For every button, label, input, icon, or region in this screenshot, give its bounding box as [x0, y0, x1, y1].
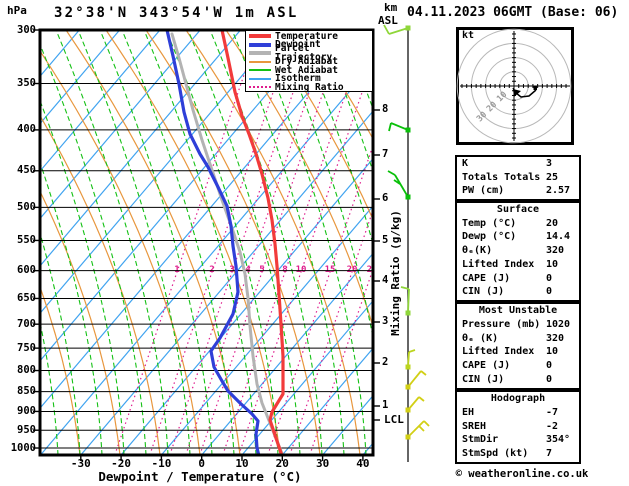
stats-group-title: Most Unstable	[478, 305, 558, 316]
legend-swatch-thick	[249, 51, 271, 56]
stats-row: Lifted Index 10	[457, 345, 579, 359]
stats-label: SREH	[462, 420, 487, 432]
stats-value: 0	[546, 360, 553, 372]
plot-legend: Temperature Dewpoint Parcel Trajectory Dry …	[245, 30, 373, 92]
stats-row: Totals Totals 25	[457, 171, 579, 185]
stats-row: CAPE (J) 0	[457, 272, 579, 286]
stats-row: Pressure (mb) 1020	[457, 318, 579, 332]
stats-label: K	[462, 158, 469, 169]
wind-barb	[400, 286, 411, 316]
stats-value: 1020	[546, 318, 571, 330]
stats-label: StmSpd (kt)	[462, 448, 529, 460]
legend-item: Mixing Ratio	[246, 81, 372, 93]
stats-row: PW (cm) 2.57	[457, 184, 579, 198]
stats-group-most-unstable: Most Unstable Pressure (mb) 1020 θₑ (K) 320 L…	[455, 302, 581, 390]
stats-label: θₑ(K)	[462, 245, 493, 257]
stats-value: 25	[546, 171, 559, 183]
stats-value: 320	[546, 332, 565, 344]
mixing-ratio-value-label: 1	[174, 265, 179, 275]
legend-swatch-dotted	[249, 86, 271, 89]
stats-group-title: Hodograph	[490, 393, 546, 404]
stats-label: EH	[462, 406, 475, 418]
legend-swatch-thin	[249, 69, 271, 72]
stats-row: EH -7	[457, 406, 579, 420]
stats-label: Totals Totals	[462, 171, 541, 183]
stats-value: -7	[546, 406, 559, 418]
hodograph-plot: 102030	[456, 27, 574, 145]
stats-group: K 3 Totals Totals 25 PW (cm) 2.57	[455, 155, 581, 201]
hodograph-unit-label: kt	[462, 30, 475, 41]
stats-row: SREH -2	[457, 420, 579, 434]
stats-label: θₑ (K)	[462, 332, 499, 344]
legend-swatch-thick	[249, 34, 271, 39]
stats-value: -2	[546, 420, 559, 432]
stats-row: Lifted Index 10	[457, 258, 579, 272]
wind-barb	[387, 170, 411, 200]
mixing-ratio-value-label: 20	[347, 265, 358, 275]
stats-value: 14.4	[546, 231, 571, 243]
wind-barb	[405, 420, 430, 440]
mixing-ratio-value-label: 15	[325, 265, 336, 275]
stats-label: Dewp (°C)	[462, 231, 517, 243]
stats-value: 0	[546, 374, 553, 386]
stats-value: 10	[546, 346, 559, 358]
stats-group-hodograph: Hodograph EH -7 SREH -2 StmDir 354° StmSpd (kt)…	[455, 390, 581, 464]
stats-group-title: Surface	[496, 204, 540, 215]
stats-value: 354°	[546, 434, 571, 446]
stats-value: 0	[546, 272, 553, 284]
stats-label: CIN (J)	[462, 286, 505, 298]
stats-label: Lifted Index	[462, 346, 535, 358]
stats-row: θₑ(K) 320	[457, 244, 579, 258]
stats-label: CAPE (J)	[462, 360, 511, 372]
stats-value: 320	[546, 245, 565, 257]
stats-label: StmDir	[462, 434, 499, 446]
stats-value: 20	[546, 217, 559, 229]
mixing-ratio-value-label: 2	[209, 265, 214, 275]
stats-row: StmSpd (kt) 7	[457, 447, 579, 461]
legend-swatch-thin	[249, 60, 271, 63]
stats-value: 7	[546, 448, 553, 460]
stats-value: 2.57	[546, 185, 571, 197]
stats-label: Temp (°C)	[462, 217, 517, 229]
stats-group-surface: Surface Temp (°C) 20 Dewp (°C) 14.4 θₑ(K) 320 L…	[455, 201, 581, 302]
stats-row: Dewp (°C) 14.4	[457, 230, 579, 244]
stats-label: CAPE (J)	[462, 272, 511, 284]
stats-label: Pressure (mb)	[462, 318, 541, 330]
stats-row: CIN (J) 0	[457, 285, 579, 299]
stats-row: StmDir 354°	[457, 433, 579, 447]
mixing-ratio-value-label: 5	[259, 265, 264, 275]
mixing-ratio-value-label: 10	[296, 265, 307, 275]
legend-swatch-thin	[249, 77, 271, 80]
legend-item-label: Mixing Ratio	[275, 81, 344, 93]
wind-barb	[383, 24, 411, 35]
mixing-ratio-value-label: 3	[229, 265, 234, 275]
stats-label: CIN (J)	[462, 374, 505, 386]
stats-label: Lifted Index	[462, 258, 535, 270]
legend-swatch-thick	[249, 42, 271, 47]
stats-row: Temp (°C) 20	[457, 217, 579, 231]
wind-barb	[405, 349, 416, 370]
stats-label: PW (cm)	[462, 185, 505, 197]
stats-value: 3	[546, 158, 553, 169]
mixing-ratio-value-label: 8	[282, 265, 287, 275]
stats-row: CAPE (J) 0	[457, 359, 579, 373]
skewt-sounding-page: 1 2 3 4 5 8 10 15 20 25 hPa 32°38'N 343°54'W 1m A…	[0, 0, 629, 486]
stats-row: K3	[457, 157, 579, 171]
stats-row: θₑ (K) 320	[457, 332, 579, 346]
stats-row: CIN (J) 0	[457, 373, 579, 387]
wind-barb	[388, 122, 411, 133]
stats-value: 10	[546, 258, 559, 270]
stats-value: 0	[546, 286, 553, 298]
